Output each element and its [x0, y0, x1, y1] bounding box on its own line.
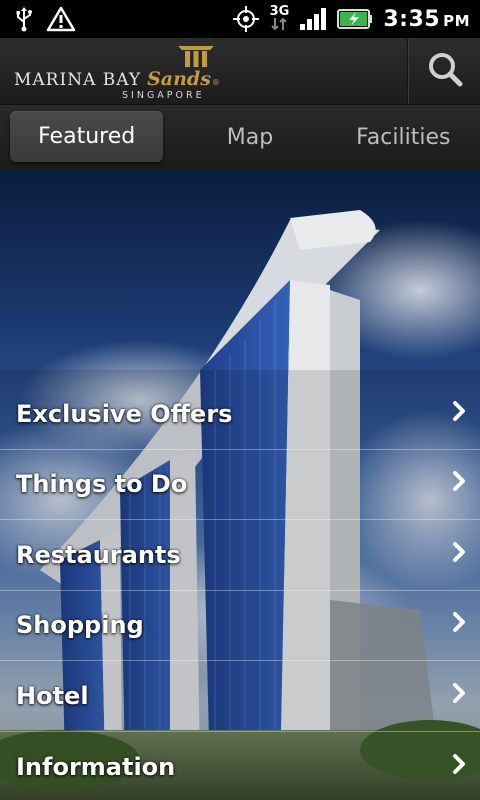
header-divider	[408, 38, 409, 104]
menu-item-label: Shopping	[16, 611, 144, 640]
menu-item-information[interactable]: Information	[0, 732, 480, 800]
signal-icon	[299, 7, 327, 31]
menu-item-label: Things to Do	[16, 470, 188, 499]
chevron-right-icon	[452, 682, 466, 710]
tab-bar: Featured Map Facilities	[0, 105, 480, 170]
logo-sands: Sands	[147, 68, 211, 90]
network-3g-icon: 3G	[270, 5, 289, 33]
menu-item-label: Restaurants	[16, 540, 181, 569]
chevron-right-icon	[452, 400, 466, 428]
menu-item-shopping[interactable]: Shopping	[0, 591, 480, 661]
logo-singapore: SINGAPORE	[122, 90, 205, 101]
status-bar: 3G 3:35 PM	[0, 0, 480, 38]
search-icon	[427, 51, 463, 91]
logo-marina-bay: MARINA BAY	[14, 70, 142, 90]
usb-icon	[14, 6, 34, 32]
menu-item-things-to-do[interactable]: Things to Do	[0, 450, 480, 520]
gps-icon	[232, 5, 260, 33]
hero-image: Exclusive Offers Things to Do Restaurant…	[0, 170, 480, 800]
menu-item-hotel[interactable]: Hotel	[0, 661, 480, 732]
logo-registered: ®	[211, 78, 220, 87]
tab-featured[interactable]: Featured	[10, 111, 164, 162]
menu-item-exclusive-offers[interactable]: Exclusive Offers	[0, 379, 480, 450]
app-header: MARINA BAY Sands ® SINGAPORE	[0, 38, 480, 105]
tab-facilities[interactable]: Facilities	[327, 105, 480, 170]
clock-time: 3:35	[383, 6, 441, 32]
status-clock: 3:35 PM	[383, 7, 470, 32]
clock-ampm: PM	[443, 11, 470, 30]
marina-bay-sands-logo: MARINA BAY Sands ® SINGAPORE	[14, 44, 394, 102]
chevron-right-icon	[452, 753, 466, 781]
tab-map[interactable]: Map	[173, 105, 326, 170]
search-button[interactable]	[410, 38, 480, 104]
menu-item-label: Exclusive Offers	[16, 399, 233, 428]
menu-item-label: Information	[16, 752, 176, 781]
chevron-right-icon	[452, 611, 466, 639]
battery-charging-icon	[337, 8, 373, 30]
chevron-right-icon	[452, 470, 466, 498]
chevron-right-icon	[452, 541, 466, 569]
warning-icon	[46, 6, 76, 32]
menu-item-restaurants[interactable]: Restaurants	[0, 520, 480, 591]
menu-item-label: Hotel	[16, 681, 89, 710]
main-menu: Exclusive Offers Things to Do Restaurant…	[0, 379, 480, 800]
